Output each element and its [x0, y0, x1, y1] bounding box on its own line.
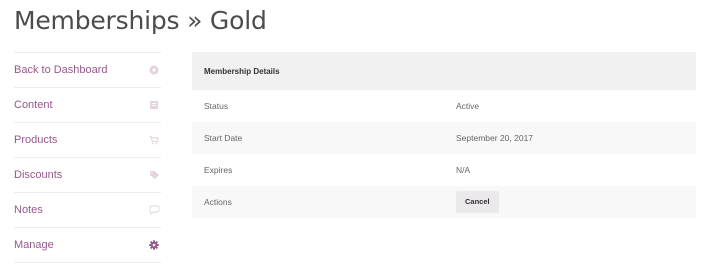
actions-cell: Cancel	[456, 191, 499, 213]
gear-icon	[147, 240, 161, 250]
table-row-actions: Actions Cancel	[192, 186, 696, 218]
sidebar-item-label: Manage	[14, 239, 54, 251]
content-icon	[147, 100, 161, 110]
table-row-start-date: Start Date September 20, 2017	[192, 122, 696, 154]
sidebar-item-manage[interactable]: Manage	[14, 228, 161, 263]
cart-icon	[147, 135, 161, 145]
expires-value: N/A	[456, 165, 471, 175]
membership-details-header: Membership Details	[192, 52, 696, 90]
sidebar-item-label: Discounts	[14, 169, 63, 181]
table-row-status: Status Active	[192, 90, 696, 122]
sidebar-item-back-to-dashboard[interactable]: Back to Dashboard	[14, 53, 161, 88]
sidebar-item-products[interactable]: Products	[14, 123, 161, 158]
sidebar-item-label: Content	[14, 99, 53, 111]
dashboard-circle-icon	[147, 65, 161, 75]
page-title: Memberships » Gold	[14, 6, 267, 35]
sidebar-item-label: Products	[14, 134, 58, 146]
sidebar-item-label: Back to Dashboard	[14, 64, 108, 76]
sidebar-item-notes[interactable]: Notes	[14, 193, 161, 228]
membership-details-table: Membership Details Status Active Start D…	[192, 52, 696, 218]
tag-icon	[147, 170, 161, 180]
table-row-expires: Expires N/A	[192, 154, 696, 186]
start-date-label: Start Date	[204, 133, 243, 143]
expires-label: Expires	[204, 165, 233, 175]
sidebar-item-discounts[interactable]: Discounts	[14, 158, 161, 193]
actions-label: Actions	[204, 197, 232, 207]
sidebar-item-content[interactable]: Content	[14, 88, 161, 123]
speech-bubble-icon	[147, 205, 161, 215]
status-label: Status	[204, 101, 229, 111]
cancel-membership-button[interactable]: Cancel	[456, 191, 499, 213]
start-date-value: September 20, 2017	[456, 133, 534, 143]
status-value: Active	[456, 101, 480, 111]
account-sidebar-nav: Back to Dashboard Content Products Disco…	[14, 52, 161, 263]
sidebar-item-label: Notes	[14, 204, 43, 216]
